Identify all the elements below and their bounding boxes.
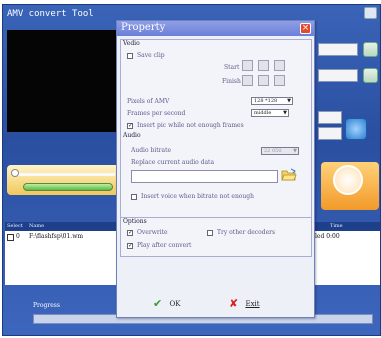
play-after-checkbox[interactable] <box>127 242 133 249</box>
exit-x-icon: ✘ <box>229 297 239 310</box>
folder-open-icon[interactable] <box>281 168 297 182</box>
insert-voice-label: Insert voice when bitrate not enough <box>141 193 254 200</box>
try-decoders-checkbox[interactable] <box>207 230 213 236</box>
replace-audio-label: Replace current audio data <box>131 159 215 166</box>
pixels-label: Pixels of AMV <box>127 98 170 105</box>
dialog-title: Property <box>121 22 166 33</box>
property-dialog: Property × Vedio Save clip Start Finish … <box>116 20 315 318</box>
pixels-select[interactable]: 128 *128 <box>251 97 293 105</box>
row-index: 0 <box>16 233 20 240</box>
side-input-3[interactable] <box>318 111 342 124</box>
save-clip-checkbox[interactable] <box>127 53 133 59</box>
options-group-label: Options <box>123 218 147 225</box>
ok-button[interactable]: ✔ OK <box>153 297 180 311</box>
video-preview <box>7 30 117 132</box>
play-icon[interactable] <box>333 165 363 195</box>
side-input-1[interactable] <box>318 43 358 56</box>
options-group: Options Overwrite Try other decoders Pla… <box>120 217 312 257</box>
start-second-field[interactable] <box>274 60 285 71</box>
audio-bitrate-select[interactable]: 22 050 <box>261 147 299 155</box>
exit-label: Exit <box>245 299 260 308</box>
video-group-label: Vedio <box>123 40 140 47</box>
exit-button[interactable]: ✘ Exit <box>229 297 260 311</box>
row-file-name: F:\flashfsp\01.wm <box>29 233 84 240</box>
audio-bitrate-label: Audio bitrate <box>131 147 172 154</box>
finish-minute-field[interactable] <box>258 75 269 86</box>
replace-audio-input[interactable] <box>131 170 278 183</box>
refresh-icon[interactable] <box>345 118 367 140</box>
side-input-4[interactable] <box>318 127 342 140</box>
side-input-2[interactable] <box>318 69 358 82</box>
dialog-title-bar[interactable]: Property × <box>117 21 314 36</box>
start-minute-field[interactable] <box>258 60 269 71</box>
column-time[interactable]: Time <box>330 223 343 229</box>
finish-label: Finish <box>222 78 241 85</box>
timeline-slider-knob[interactable] <box>11 169 19 177</box>
play-panel <box>321 162 379 210</box>
insert-voice-checkbox[interactable] <box>131 194 137 200</box>
close-icon[interactable]: × <box>300 23 311 34</box>
fps-label: Frames per second <box>127 110 186 117</box>
ok-label: OK <box>169 299 181 308</box>
side-button-1[interactable] <box>363 42 378 57</box>
progress-label: Progress <box>33 302 60 309</box>
main-window-title: AMV convert Tool <box>7 9 94 19</box>
insert-pic-label: Insert pic while not enough frames <box>137 122 244 129</box>
start-label: Start <box>224 64 240 71</box>
timeline-panel <box>7 165 122 195</box>
row-status: led 0:00 <box>315 233 340 240</box>
column-name[interactable]: Name <box>29 223 44 229</box>
overwrite-checkbox[interactable] <box>127 229 133 236</box>
audio-group-label: Audio <box>123 132 141 139</box>
convert-bar[interactable] <box>23 183 113 191</box>
try-decoders-label: Try other decoders <box>217 229 276 236</box>
finish-second-field[interactable] <box>274 75 285 86</box>
side-button-2[interactable] <box>363 68 378 83</box>
play-after-label: Play after convert <box>137 242 192 249</box>
overwrite-label: Overwrite <box>137 229 168 236</box>
fps-select[interactable]: middle <box>251 109 289 117</box>
column-select[interactable]: Select <box>7 223 23 229</box>
row-checkbox[interactable] <box>7 234 14 241</box>
main-close-button[interactable] <box>364 7 377 19</box>
finish-hour-field[interactable] <box>242 75 253 86</box>
insert-pic-checkbox[interactable] <box>127 122 133 129</box>
start-hour-field[interactable] <box>242 60 253 71</box>
ok-checkmark-icon: ✔ <box>153 297 163 310</box>
timeline-slider[interactable] <box>15 173 115 176</box>
save-clip-label: Save clip <box>137 52 165 59</box>
